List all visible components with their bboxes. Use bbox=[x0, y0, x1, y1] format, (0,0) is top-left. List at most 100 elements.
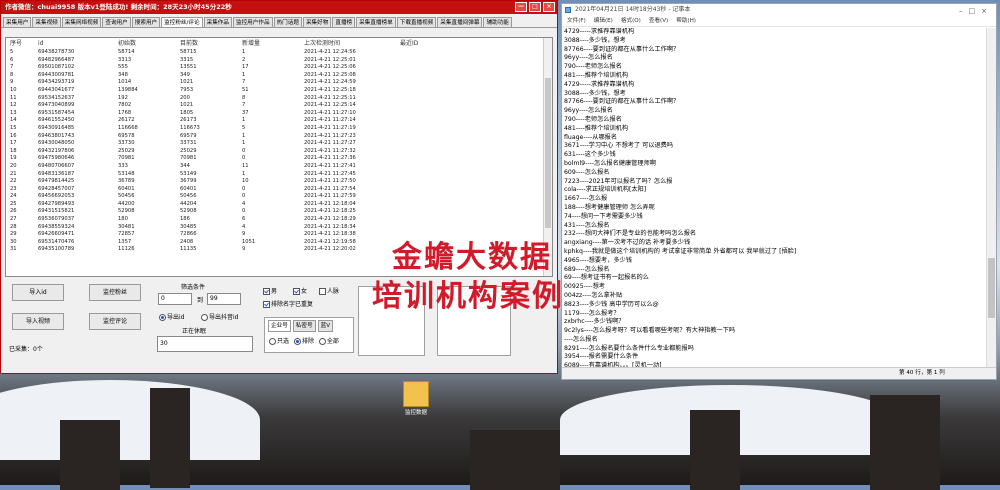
table-cell: 1 bbox=[242, 132, 246, 139]
menu-item[interactable]: 编辑(E) bbox=[594, 18, 613, 24]
notepad-text-area[interactable]: 4729-----求推荐靠谱机构 3088----多少钱，想考 87766----要… bbox=[562, 28, 987, 367]
table-cell: 2021-4-21 11:27:54 bbox=[304, 185, 356, 192]
table-cell: 6 bbox=[242, 216, 246, 223]
table-row[interactable]: 19 69475980646 70981 70981 0 2021-4-21 11:27:… bbox=[6, 155, 552, 163]
close-button[interactable]: × bbox=[543, 2, 555, 12]
table-row[interactable]: 5 69438278730 58714 58715 1 2021-4-21 12:24:5… bbox=[6, 49, 552, 57]
export-id-radio[interactable]: 导出id bbox=[159, 312, 184, 321]
tab-12[interactable]: 下载直播视频 bbox=[396, 17, 437, 27]
table-row[interactable]: 9 69434293719 1014 1021 7 2021-4-21 12:24:59 bbox=[6, 79, 552, 87]
radio-group: 只选 排除 全部 bbox=[265, 334, 353, 347]
table-row[interactable]: 17 69430048050 33730 33731 1 2021-4-21 11:27:… bbox=[6, 140, 552, 148]
scroll-thumb[interactable] bbox=[988, 258, 995, 318]
table-row[interactable]: 10 69443041677 139884 7953 51 2021-4-21 12:25… bbox=[6, 87, 552, 95]
column-header[interactable]: 序号 bbox=[6, 38, 38, 49]
table-row[interactable]: 12 69473040899 7802 1021 7 2021-4-21 12:25:14 bbox=[6, 102, 552, 110]
tab-5[interactable]: 监控粉丝/评论 bbox=[161, 17, 203, 27]
menu-item[interactable]: 文件(F) bbox=[567, 18, 586, 24]
column-header[interactable]: 最近ID bbox=[400, 38, 460, 49]
exclude-dup-checkbox[interactable]: 排除名字已重复 bbox=[263, 299, 313, 308]
notepad-title-bar[interactable]: 2021年04月21日 14时18分43秒 - 记事本 –□× bbox=[562, 4, 996, 16]
female-checkbox[interactable]: 女 bbox=[293, 286, 307, 295]
tab-13[interactable]: 采集直播间弹幕 bbox=[437, 17, 483, 27]
column-header[interactable]: 目前数 bbox=[180, 38, 242, 49]
app-title-bar[interactable]: 作者微信：chuai9958 版本v1登陆成功! 剩余时间：28天23小时45分… bbox=[1, 1, 557, 14]
table-cell: 53148 bbox=[118, 170, 135, 177]
column-header[interactable]: id bbox=[38, 38, 118, 49]
table-row[interactable]: 28 69438559324 30481 30485 4 2021-4-21 12:18:… bbox=[6, 224, 552, 232]
table-row[interactable]: 22 69479814425 36789 36799 10 2021-4-21 11:27… bbox=[6, 178, 552, 186]
table-row[interactable]: 23 69428457007 60401 60401 0 2021-4-21 11:27:… bbox=[6, 186, 552, 194]
notepad-status-bar: 第 40 行，第 1 列 bbox=[562, 367, 996, 379]
scroll-thumb[interactable] bbox=[545, 78, 551, 228]
table-row[interactable]: 11 69534152637 192 200 8 2021-4-21 12:25:11 bbox=[6, 95, 552, 103]
monitor-comment-button[interactable]: 监控评论 bbox=[89, 313, 141, 330]
import-id-button[interactable]: 导入id bbox=[12, 284, 64, 301]
table-cell: 33730 bbox=[118, 140, 135, 147]
segment-tab[interactable]: 蓝V bbox=[317, 320, 334, 332]
table-cell: 2021-4-21 11:27:14 bbox=[304, 117, 356, 124]
table-cell: 69475980646 bbox=[38, 155, 75, 162]
table-row[interactable]: 18 69432197806 25029 25029 0 2021-4-21 11:27:… bbox=[6, 148, 552, 156]
tab-6[interactable]: 采集作品 bbox=[203, 17, 232, 27]
sleep-input[interactable]: 30 bbox=[157, 336, 253, 352]
minimize-button[interactable]: — bbox=[515, 2, 527, 12]
segment-tab[interactable]: 企业号 bbox=[268, 320, 291, 332]
table-row[interactable]: 15 69430916485 116668 116673 5 2021-4-21 11:2… bbox=[6, 125, 552, 133]
table-cell: 30481 bbox=[118, 223, 135, 230]
table-row[interactable]: 21 69483136187 53148 53149 1 2021-4-21 11:27:… bbox=[6, 171, 552, 179]
maximize-button[interactable]: □ bbox=[529, 2, 541, 12]
tab-11[interactable]: 采集直播榜单 bbox=[356, 17, 396, 27]
tab-4[interactable]: 搜索用户 bbox=[131, 17, 161, 27]
table-row[interactable]: 14 69461552450 26172 26173 1 2021-4-21 11:27:… bbox=[6, 117, 552, 125]
table-row[interactable]: 8 69443009781 348 349 1 2021-4-21 12:25:08 bbox=[6, 72, 552, 80]
tab-1[interactable]: 采集视频 bbox=[32, 17, 61, 27]
table-cell: 36799 bbox=[180, 178, 197, 185]
radio-only[interactable]: 只选 bbox=[269, 338, 289, 345]
table-cell bbox=[400, 117, 460, 125]
table-row[interactable]: 13 69531587454 1768 1805 37 2021-4-21 11:27:1… bbox=[6, 110, 552, 118]
export-douyin-radio[interactable]: 导出抖音id bbox=[201, 312, 238, 321]
table-row[interactable]: 24 69456692053 50456 50456 0 2021-4-21 11:27:… bbox=[6, 193, 552, 201]
monitor-fans-button[interactable]: 监控粉丝 bbox=[89, 284, 141, 301]
column-header[interactable]: 上次检测时间 bbox=[304, 38, 400, 49]
tab-8[interactable]: 热门话题 bbox=[273, 17, 302, 27]
import-video-button[interactable]: 导入视频 bbox=[12, 313, 64, 330]
tab-10[interactable]: 直播榜 bbox=[332, 17, 356, 27]
tab-3[interactable]: 查询用户 bbox=[102, 17, 131, 27]
table-row[interactable]: 16 69463801743 69578 69579 1 2021-4-21 11:27:… bbox=[6, 133, 552, 141]
tab-7[interactable]: 监控用户作品 bbox=[232, 17, 273, 27]
person-checkbox[interactable]: 人脉 bbox=[319, 286, 339, 295]
filter-to-input[interactable]: 99 bbox=[207, 293, 241, 305]
table-row[interactable]: 7 69501087102 555 13551 17 2021-4-21 12:25:06 bbox=[6, 64, 552, 72]
radio-all[interactable]: 全部 bbox=[318, 338, 339, 345]
segment-tab[interactable]: 私密号 bbox=[292, 320, 316, 332]
notepad-scrollbar[interactable] bbox=[986, 28, 996, 367]
male-checkbox[interactable]: 男 bbox=[263, 286, 277, 295]
column-header[interactable]: 初始数 bbox=[118, 38, 180, 49]
tab-0[interactable]: 采集用户 bbox=[3, 17, 32, 27]
menu-item[interactable]: 格式(O) bbox=[621, 18, 641, 24]
table-row[interactable]: 25 69427989493 44200 44204 4 2021-4-21 12:18:… bbox=[6, 201, 552, 209]
menu-item[interactable]: 查看(V) bbox=[649, 18, 668, 24]
table-cell: 116673 bbox=[180, 124, 200, 131]
notepad-window-buttons[interactable]: –□× bbox=[959, 5, 993, 17]
tab-2[interactable]: 采集网络视频 bbox=[61, 17, 102, 27]
table-row[interactable]: 27 69536079037 180 186 6 2021-4-21 12:18:29 bbox=[6, 216, 552, 224]
radio-exclude[interactable]: 排除 bbox=[293, 338, 314, 345]
table-row[interactable]: 20 69480706607 333 344 11 2021-4-21 11:27:41 bbox=[6, 163, 552, 171]
table-cell: 44204 bbox=[180, 200, 197, 207]
table-row[interactable]: 6 69482966487 3313 3315 2 2021-4-21 12:25:01 bbox=[6, 57, 552, 65]
table-cell bbox=[400, 186, 460, 194]
tab-9[interactable]: 采集好物 bbox=[302, 17, 332, 27]
column-header[interactable]: 新增量 bbox=[242, 38, 304, 49]
tab-14[interactable]: 辅助功能 bbox=[483, 17, 512, 27]
menu-item[interactable]: 帮助(H) bbox=[676, 18, 696, 24]
watermark-line1: 金蟾大数据 bbox=[392, 240, 552, 275]
table-row[interactable]: 26 69431515821 52908 52908 0 2021-4-21 12:18:… bbox=[6, 208, 552, 216]
table-cell: 11 bbox=[10, 94, 17, 101]
table-cell: 0 bbox=[242, 193, 246, 200]
desktop-folder-icon[interactable] bbox=[403, 381, 429, 407]
table-cell: 30485 bbox=[180, 223, 197, 230]
filter-from-input[interactable]: 0 bbox=[158, 293, 192, 305]
